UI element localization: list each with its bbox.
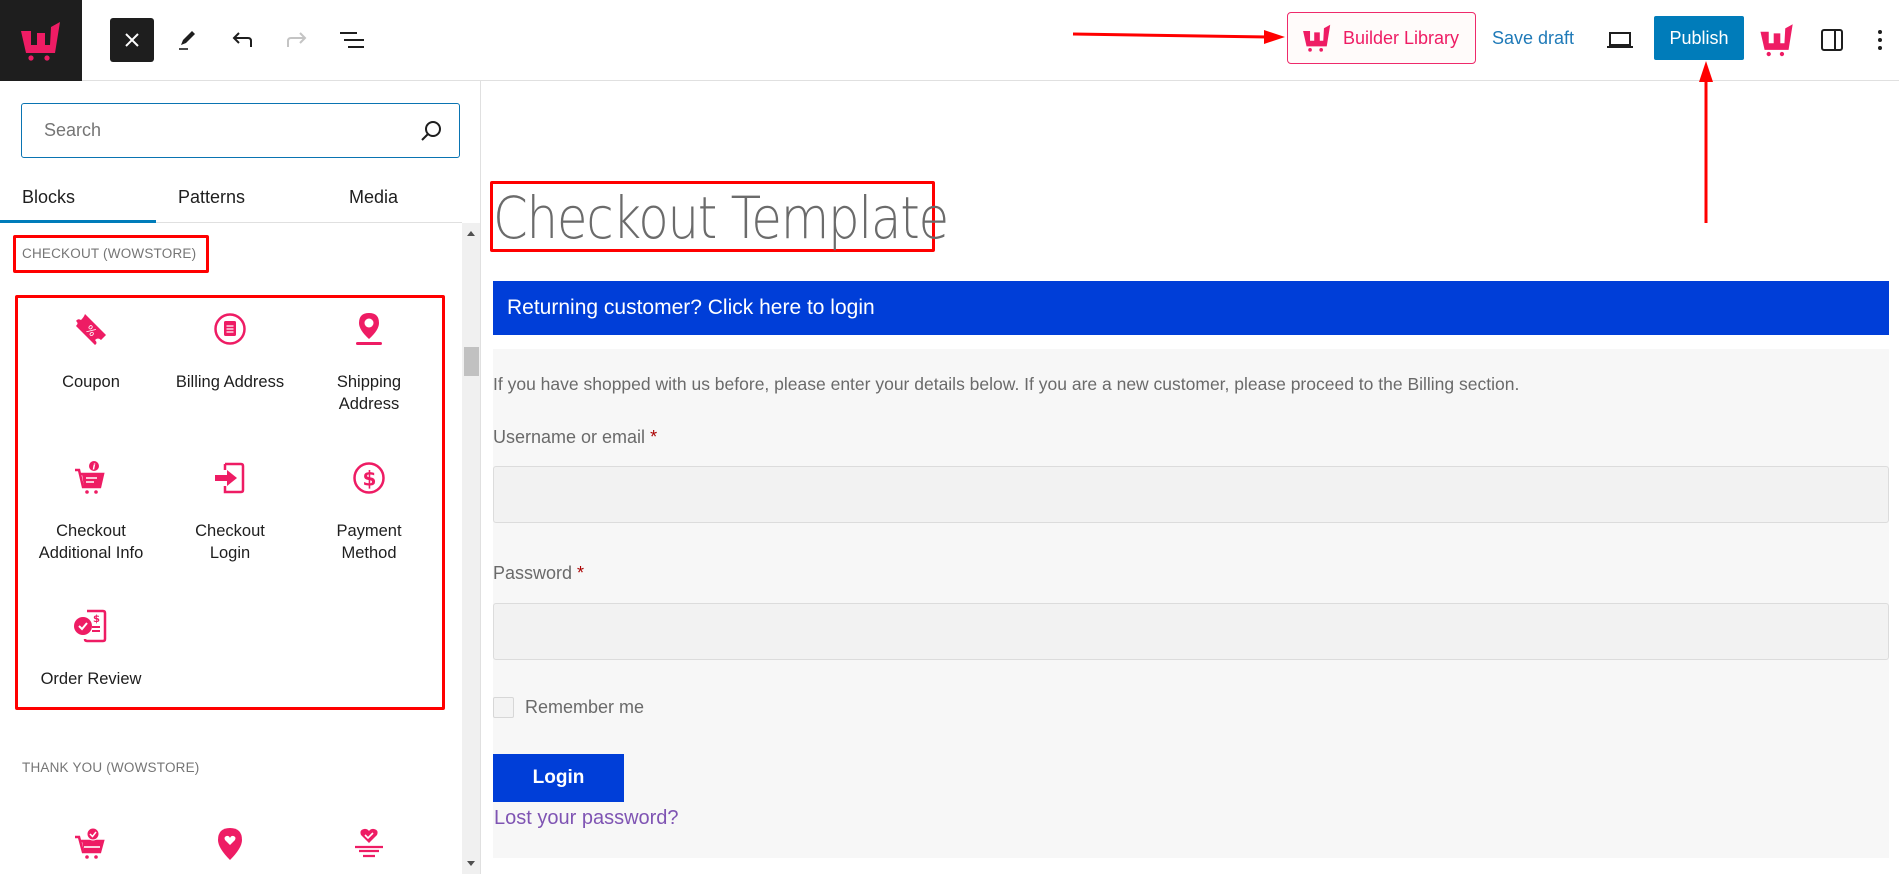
page-title[interactable]: Checkout Template (493, 184, 949, 252)
tab-blocks[interactable]: Blocks (22, 187, 75, 208)
inserter-tabs: Blocks Patterns Media (0, 175, 462, 223)
block-thankyou-address[interactable] (161, 826, 299, 862)
document-overview-button[interactable] (330, 18, 374, 62)
login-button[interactable]: Login (493, 754, 624, 802)
search-input[interactable]: Search (21, 103, 460, 158)
undo-button[interactable] (220, 18, 264, 62)
svg-text:$: $ (363, 467, 377, 491)
cart-info-icon: i (75, 461, 105, 494)
scroll-up-arrow[interactable] (467, 231, 475, 236)
block-order-review[interactable]: $ Order Review (22, 608, 160, 690)
block-checkout-login[interactable]: Checkout Login (161, 460, 299, 564)
block-label: Checkout Additional Info (38, 522, 144, 562)
redo-button[interactable] (275, 18, 319, 62)
save-draft-button[interactable]: Save draft (1492, 28, 1574, 49)
tab-media[interactable]: Media (349, 187, 398, 208)
editor-canvas: Checkout Template Returning customer? Cl… (482, 81, 1899, 874)
scrollbar-thumb[interactable] (464, 347, 479, 376)
options-menu-button[interactable] (1865, 18, 1895, 62)
remember-me-checkbox[interactable] (493, 697, 514, 718)
undo-icon (232, 32, 252, 47)
login-intro-text: If you have shopped with us before, plea… (493, 374, 1520, 394)
document-outline-icon (340, 32, 364, 48)
block-label: Billing Address (175, 373, 285, 391)
block-payment-method[interactable]: $ Payment Method (299, 460, 439, 564)
scroll-down-arrow[interactable] (467, 861, 475, 866)
svg-text:$: $ (93, 614, 100, 625)
preview-button[interactable] (1598, 18, 1642, 62)
more-vertical-icon (1878, 30, 1882, 50)
laptop-icon (1607, 32, 1633, 48)
block-shipping-address[interactable]: Shipping Address (299, 311, 439, 415)
block-label: Payment Method (336, 522, 402, 562)
block-thankyou-message[interactable] (299, 826, 439, 862)
required-mark: * (650, 427, 658, 447)
block-label: Shipping Address (336, 373, 402, 413)
block-label: Checkout Login (195, 522, 265, 562)
password-label-text: Password (493, 563, 573, 583)
billing-icon (214, 313, 246, 345)
block-coupon[interactable]: % Coupon (22, 311, 160, 393)
search-placeholder: Search (44, 120, 102, 140)
sidebar-scrollbar[interactable] (462, 223, 480, 874)
heart-pin-icon (218, 828, 242, 860)
returning-customer-toggle[interactable]: Returning customer? Click here to login (493, 281, 1889, 335)
block-checkout-additional-info[interactable]: i Checkout Additional Info (22, 460, 160, 564)
remember-me-label: Remember me (525, 697, 645, 717)
username-label-text: Username or email (493, 427, 646, 447)
wowstore-logo-icon (1303, 24, 1331, 52)
password-label: Password * (493, 563, 584, 584)
search-icon (421, 121, 441, 141)
sidebar-toggle-icon (1821, 29, 1843, 51)
block-inserter-sidebar: Search Blocks Patterns Media CHECKOUT (W… (0, 81, 481, 874)
svg-text:i: i (93, 463, 96, 472)
cart-check-icon (75, 827, 105, 859)
close-inserter-button[interactable] (110, 18, 154, 62)
order-review-icon: $ (74, 609, 107, 643)
active-tab-indicator (0, 220, 156, 223)
tab-patterns[interactable]: Patterns (178, 187, 245, 208)
tools-button[interactable] (165, 18, 209, 62)
heart-check-icon (355, 828, 383, 858)
wowstore-logo[interactable] (0, 0, 82, 81)
block-billing-address[interactable]: Billing Address (161, 311, 299, 393)
settings-sidebar-toggle[interactable] (1810, 18, 1854, 62)
pencil-icon (179, 31, 195, 50)
publish-button[interactable]: Publish (1654, 16, 1744, 60)
coupon-icon: % (76, 314, 106, 345)
block-label: Order Review (40, 670, 142, 688)
username-input[interactable] (493, 466, 1889, 523)
block-label: Coupon (62, 373, 120, 391)
close-icon (125, 33, 139, 47)
dollar-icon: $ (353, 462, 385, 494)
login-icon (215, 462, 245, 494)
builder-library-label: Builder Library (1343, 27, 1460, 48)
wowstore-logo-icon (21, 21, 60, 61)
password-input[interactable] (493, 603, 1889, 660)
category-heading-thank-you: THANK YOU (WOWSTORE) (22, 760, 200, 775)
wowstore-panel-button[interactable] (1755, 18, 1799, 62)
redo-icon (287, 32, 307, 47)
lost-password-link[interactable]: Lost your password? (494, 807, 679, 830)
username-label: Username or email * (493, 427, 657, 448)
required-mark: * (577, 563, 585, 583)
builder-library-button[interactable]: Builder Library (1287, 12, 1476, 64)
category-heading-checkout: CHECKOUT (WOWSTORE) (22, 246, 197, 261)
checkout-login-form: If you have shopped with us before, plea… (493, 349, 1889, 858)
location-pin-icon (356, 313, 382, 345)
block-thankyou-order[interactable] (22, 826, 160, 862)
wowstore-logo-icon (1760, 24, 1793, 57)
editor-toolbar: Builder Library Save draft Publish (0, 0, 1899, 81)
